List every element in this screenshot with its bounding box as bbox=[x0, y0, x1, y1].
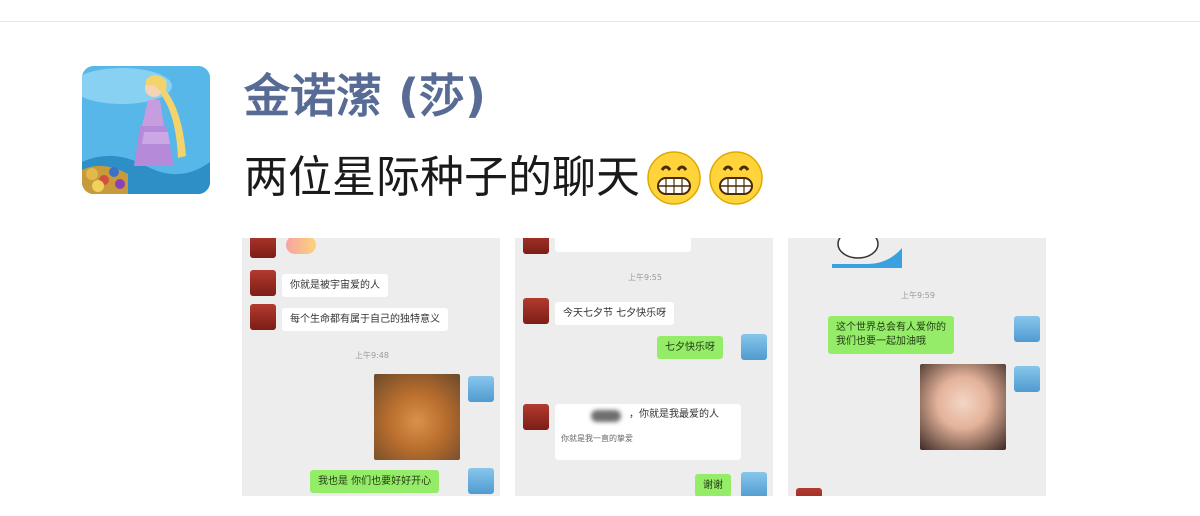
chat-text: 我们也要一起加油哦 bbox=[836, 336, 926, 347]
chat-avatar bbox=[741, 472, 767, 496]
chat-avatar bbox=[1014, 316, 1040, 342]
chat-timestamp: 上午9:48 bbox=[355, 351, 389, 360]
chat-avatar bbox=[523, 298, 549, 324]
chat-avatar bbox=[250, 238, 276, 258]
chat-bubble: 每个生命都有属于自己的独特意义 bbox=[282, 308, 448, 331]
blurred-region bbox=[591, 410, 621, 422]
chat-bubble: 今天七夕节 七夕快乐呀 bbox=[555, 302, 675, 325]
chat-timestamp: 上午9:59 bbox=[901, 291, 935, 300]
chat-text: ，你就是我最爱的人 bbox=[629, 409, 719, 420]
user-avatar[interactable] bbox=[82, 66, 210, 194]
thumbnail-image-2[interactable]: 上午9:55 今天七夕节 七夕快乐呀 七夕快乐呀 ，你就是我最爱的人 你就是我一… bbox=[515, 238, 773, 496]
post-text: 两位星际种子的聊天 bbox=[244, 146, 764, 210]
thumbnail-image-3[interactable]: 上午9:59 这个世界总会有人爱你的 我们也要一起加油哦 bbox=[788, 238, 1046, 496]
chat-avatar bbox=[468, 468, 494, 494]
chat-timestamp bbox=[615, 378, 675, 387]
thumbnail-image-1[interactable]: 你就是被宇宙爱的人 每个生命都有属于自己的独特意义 上午9:48 我也是 你们也… bbox=[242, 238, 500, 496]
chat-bubble: 谢谢 bbox=[695, 474, 731, 496]
user-name[interactable]: 金诺潆 (莎) bbox=[244, 66, 486, 126]
chat-bubble-long: ，你就是我最爱的人 你就是我一直的挚爱 bbox=[555, 404, 741, 460]
grinning-face-emoji-icon bbox=[709, 151, 763, 205]
chat-text: 这个世界总会有人爱你的 bbox=[836, 322, 946, 333]
post-text-content: 两位星际种子的聊天 bbox=[244, 152, 640, 203]
sticker-image bbox=[286, 238, 316, 254]
avatar-image bbox=[82, 66, 210, 194]
chat-avatar bbox=[523, 404, 549, 430]
chat-avatar bbox=[796, 488, 822, 496]
chat-timestamp: 上午9:55 bbox=[628, 273, 662, 282]
chat-avatar bbox=[1014, 366, 1040, 392]
chat-bubble bbox=[555, 238, 691, 252]
chat-avatar bbox=[468, 376, 494, 402]
chat-avatar bbox=[250, 304, 276, 330]
chat-avatar bbox=[523, 238, 549, 254]
chat-avatar bbox=[250, 270, 276, 296]
shiba-dog-photo bbox=[374, 374, 460, 460]
chat-timestamp bbox=[888, 470, 948, 479]
grinning-face-emoji-icon bbox=[647, 151, 701, 205]
cartoon-sticker bbox=[832, 238, 902, 268]
chat-text: 你就是我一直的挚爱 bbox=[561, 434, 633, 443]
chat-bubble: 我也是 你们也要好好开心 bbox=[310, 470, 440, 493]
chat-avatar bbox=[741, 334, 767, 360]
chat-bubble: 七夕快乐呀 bbox=[657, 336, 723, 359]
chat-bubble: 这个世界总会有人爱你的 我们也要一起加油哦 bbox=[828, 316, 954, 354]
top-divider bbox=[0, 21, 1200, 22]
chat-bubble: 你就是被宇宙爱的人 bbox=[282, 274, 388, 297]
baby-photo bbox=[920, 364, 1006, 450]
